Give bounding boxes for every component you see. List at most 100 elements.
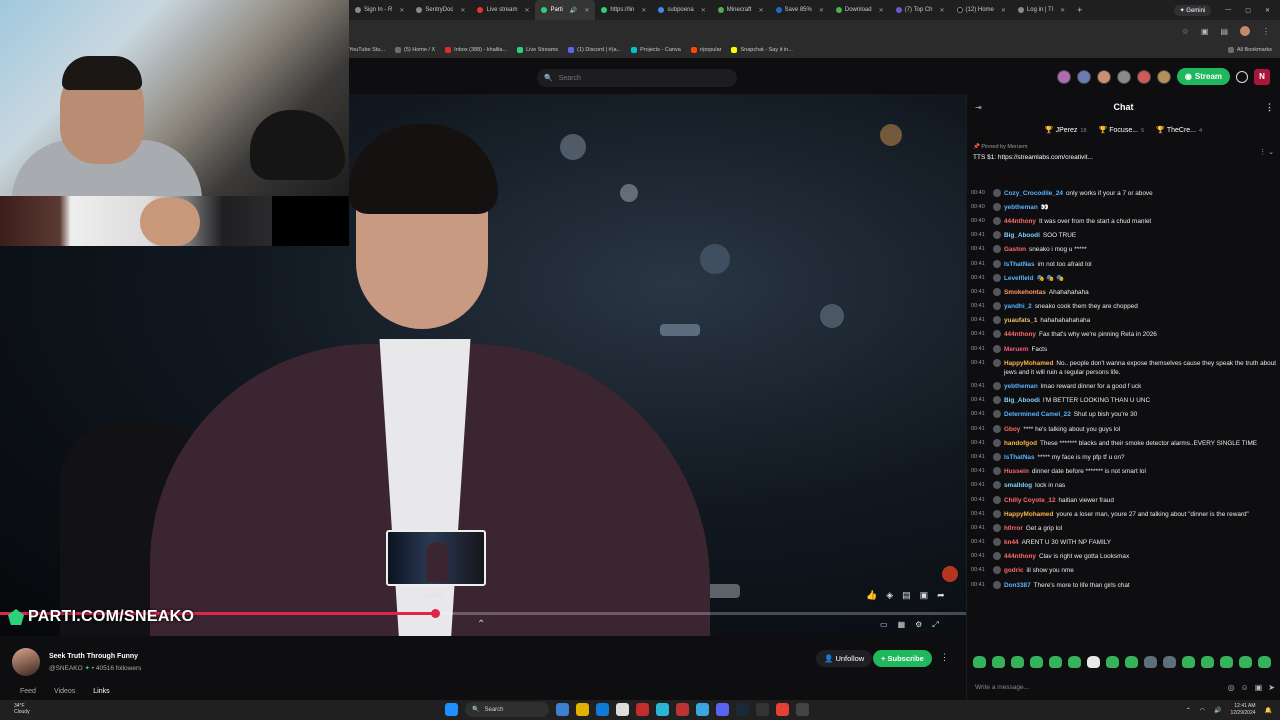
tab-feed[interactable]: Feed [20,688,36,695]
bookmark[interactable]: Projects - Canva [631,47,681,53]
bookmark-star-icon[interactable]: ☆ [1182,27,1189,36]
avatar[interactable] [1076,69,1091,84]
stream-button[interactable]: ◉ Stream [1176,68,1230,85]
close-icon[interactable]: ✕ [584,7,589,14]
notifications-icon[interactable]: 🔔 [1265,707,1272,714]
frog-emote-icon[interactable] [992,656,1005,668]
send-icon[interactable]: ➤ [1268,683,1275,692]
app-icon[interactable] [656,703,669,716]
close-icon[interactable]: ✕ [940,7,945,14]
tip-icon[interactable]: ◈ [886,590,893,601]
new-tab-icon[interactable]: + [1071,5,1088,15]
close-icon[interactable]: ✕ [701,7,706,14]
chat-message[interactable]: 00:41 yandhi_2 sneako cook them they are c… [971,300,1280,314]
message-username[interactable]: yebtheman [1004,204,1038,211]
minimize-icon[interactable]: — [1225,7,1231,13]
frog-emote-icon[interactable] [1239,656,1252,668]
chat-message[interactable]: 00:41 IsThatNas ***** my face is my pfp tf… [971,450,1280,464]
browser-tab[interactable]: Download ✕ [830,0,890,20]
taskbar-search[interactable]: 🔍 Search [465,702,549,717]
message-username[interactable]: Smokehontas [1004,289,1046,296]
chat-message[interactable]: 00:41 Levelfield 🎭 🎭 🎭 [971,271,1280,285]
chat-message[interactable]: 00:41 handofgod These ******* blacks and t… [971,436,1280,450]
pinned-text[interactable]: TTS $1: https://streamlabs.com/creativit… [973,154,1274,161]
chat-message[interactable]: 00:41 HappyMohamed youre a loser man, your… [971,507,1280,521]
menu-icon[interactable]: ⋮ [1262,27,1270,36]
edge-icon[interactable] [596,703,609,716]
tab-links[interactable]: Links [93,688,109,695]
app-icon[interactable] [676,703,689,716]
chat-message[interactable]: 00:41 smalldog lock in nas [971,479,1280,493]
chat-message[interactable]: 00:41 HappyMohamed No.. people don't wanna… [971,356,1280,379]
channel-handle[interactable]: @SNEAKO [49,665,83,672]
maximize-icon[interactable]: ▢ [1245,7,1251,14]
browser-tab[interactable]: Save 85% ✕ [770,0,830,20]
settings-gear-icon[interactable]: ⚙ [915,620,922,630]
message-username[interactable]: Hussein [1004,468,1029,475]
gif-icon[interactable]: ▣ [1255,683,1263,692]
message-username[interactable]: yandhi_2 [1004,303,1032,310]
message-username[interactable]: Levelfield [1004,275,1033,282]
frog-emote-icon[interactable] [1163,656,1176,668]
extensions-icon[interactable]: ▣ [1201,27,1209,36]
chat-message[interactable]: 00:41 444nthony Clav is right we gotta Loo… [971,550,1280,564]
avatar[interactable] [1116,69,1131,84]
close-icon[interactable]: ✕ [819,7,824,14]
bookmark[interactable]: Inbox (388) - khalila... [445,47,507,53]
message-username[interactable]: Chilly Coyote_12 [1004,497,1056,504]
avatar[interactable] [1096,69,1111,84]
chat-message[interactable]: 00:41 Gaston sneako i mog u ***** [971,243,1280,257]
browser-tab[interactable]: https://lin ✕ [595,0,652,20]
bookmark[interactable]: (5) Home / X [394,47,435,53]
steam-icon[interactable] [736,703,749,716]
browser-tab[interactable]: (7) Top Ch ✕ [890,0,951,20]
chat-message[interactable]: 00:41 godric ill show you nme [971,564,1280,578]
chat-message[interactable]: 00:41 Big_Aboodi I'M BETTER LOOKING THAN U… [971,394,1280,408]
message-username[interactable]: Determined Camel_22 [1004,411,1071,418]
weather-widget[interactable]: 34°F Cloudy [14,703,30,715]
like-icon[interactable]: 👍 [866,590,877,601]
message-username[interactable]: smalldog [1004,482,1032,489]
chat-message[interactable]: 00:41 Determined Camel_22 Shut up bish you… [971,408,1280,422]
frog-emote-icon[interactable] [1125,656,1138,668]
app-icon[interactable] [696,703,709,716]
chat-message[interactable]: 00:41 yebtheman lmao reward dinner for a g… [971,379,1280,393]
message-username[interactable]: 444nthony [1004,218,1036,225]
unfollow-button[interactable]: 👤 Unfollow [816,650,873,667]
browser-tab[interactable]: SentryDoc ✕ [410,0,471,20]
bookmark[interactable]: Live Streams [517,47,558,53]
collapse-chat-icon[interactable]: ⇥ [975,103,982,112]
wifi-icon[interactable]: ◠ [1200,707,1205,714]
message-username[interactable]: Big_Aboodi [1004,397,1040,404]
channel-avatar[interactable] [12,648,40,676]
avatar[interactable] [1156,69,1171,84]
chat-message[interactable]: 00:40 yebtheman 👀 [971,200,1280,214]
frog-emote-icon[interactable] [1068,656,1081,668]
clip-icon[interactable]: ▣ [920,590,929,601]
message-username[interactable]: 444nthony [1004,331,1036,338]
share-icon[interactable]: ➦ [937,590,945,601]
browser-tab-active[interactable]: Parti 🔊 ✕ [535,0,596,20]
message-username[interactable]: IsThatNas [1004,261,1035,268]
close-icon[interactable]: ✕ [641,7,646,14]
file-explorer-icon[interactable] [576,703,589,716]
close-icon[interactable]: ✕ [524,7,529,14]
leader-entry[interactable]: 🏆 TheCre... 4 [1156,126,1202,134]
progress-handle[interactable] [430,609,440,618]
message-username[interactable]: Cozy_Crocodile_24 [1004,190,1063,197]
chat-message[interactable]: 00:41 h0rror Get a grip lol [971,521,1280,535]
captions-icon[interactable]: ▭ [880,620,888,630]
chat-message[interactable]: 00:41 444nthony Fax that's why we're pinni… [971,328,1280,342]
chat-bubble-icon[interactable] [1236,70,1248,83]
obs-icon[interactable] [796,703,809,716]
gemini-button[interactable]: ✦ Gemini [1173,4,1212,16]
discord-icon[interactable] [716,703,729,716]
bookmark[interactable]: r/popular [690,47,721,53]
chat-message[interactable]: 00:41 yuaufats_1 hahahahahahaha [971,314,1280,328]
bookmark[interactable]: (1) Discord | #(a... [568,47,621,53]
bookmark[interactable]: Snapchat - Say it in... [731,47,793,53]
chat-message[interactable]: 00:41 Gboy **** he's talking about you guy… [971,422,1280,436]
close-icon[interactable]: ✕ [399,7,404,14]
chevron-up-icon[interactable]: ⌃ [477,619,485,630]
chat-message[interactable]: 00:41 Hussein dinner date before ******* i… [971,465,1280,479]
